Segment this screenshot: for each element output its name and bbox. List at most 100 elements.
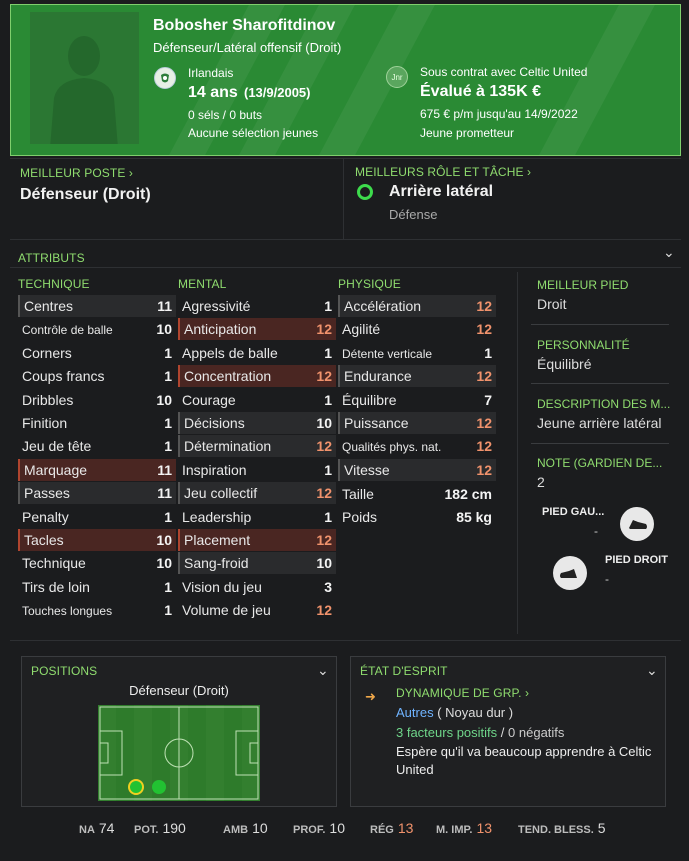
attribute-row: Endurance 12: [338, 365, 496, 388]
state-title: ÉTAT D'ESPRIT: [360, 664, 448, 678]
physique-attributes: Accélération 12 Agilité 12 Détente verticale…: [338, 295, 496, 485]
junior-badge-icon: Jnr: [386, 66, 408, 88]
positions-title: POSITIONS: [31, 664, 98, 678]
attribute-value: 3: [324, 578, 332, 595]
attribute-row: Corners 1: [18, 342, 176, 364]
chevron-down-icon[interactable]: ⌄: [646, 662, 658, 679]
attribute-row: Tacles 10: [18, 529, 176, 551]
footer-stat: RÉG 13: [370, 820, 413, 838]
attribute-name: Agressivité: [182, 298, 251, 314]
attribute-value: 1: [164, 438, 172, 455]
age: 14 ans: [188, 84, 238, 101]
footer-stat-value: 13: [476, 820, 493, 836]
state-message: Espère qu'il va beaucoup apprendre à Cel…: [396, 744, 652, 777]
attribute-value: 11: [157, 461, 172, 478]
attribute-row: Finition 1: [18, 412, 176, 434]
media-description-value: Jeune arrière latéral: [537, 415, 662, 431]
chevron-down-icon[interactable]: ⌄: [663, 244, 675, 261]
attribute-name: Jeu collectif: [184, 485, 258, 502]
caps: 0 séls / 0 buts: [188, 108, 263, 122]
best-foot-value: Droit: [537, 296, 567, 312]
attribute-value: 12: [476, 438, 492, 455]
attribute-value: 10: [156, 321, 172, 338]
attribute-row: Équilibre 7: [338, 389, 496, 411]
attribute-row: Détente verticale 1: [338, 342, 496, 364]
best-position-value: Défenseur (Droit): [20, 186, 151, 203]
attribute-value: 12: [316, 321, 332, 338]
attribute-value: 1: [324, 461, 332, 478]
gk-rating-value: 2: [537, 474, 545, 490]
attribute-row: Concentration 12: [178, 365, 336, 388]
media-description-label: DESCRIPTION DES M...: [537, 397, 671, 411]
attribute-name: Détente verticale: [342, 346, 433, 361]
attribute-value: 1: [164, 578, 172, 595]
footer-stat-value: 10: [252, 820, 268, 836]
attribute-value: 12: [316, 485, 332, 502]
attribute-name: Passes: [24, 485, 70, 502]
attribute-row: Sang-froid 10: [178, 552, 336, 575]
left-foot-label: PIED GAU...: [542, 506, 605, 518]
attribute-name: Qualités phys. nat.: [342, 440, 442, 455]
attribute-row: Agressivité 1: [178, 295, 336, 317]
position-label: Défenseur (Droit): [129, 683, 229, 698]
group-dynamics-link[interactable]: DYNAMIQUE DE GRP. ›: [396, 686, 529, 700]
attribute-value: 1: [324, 508, 332, 525]
attribute-value: 12: [476, 368, 492, 385]
attribute-value: 12: [476, 415, 492, 431]
attribute-value: 12: [476, 321, 492, 338]
attribute-name: Accélération: [344, 298, 422, 314]
attribute-row: Qualités phys. nat. 12: [338, 435, 496, 457]
best-role-link[interactable]: MEILLEURS RÔLE ET TÂCHE ›: [355, 165, 531, 179]
player-role: Défenseur/Latéral offensif (Droit): [153, 40, 342, 55]
attribute-value: 12: [476, 298, 492, 314]
attribute-value: 1: [324, 344, 332, 361]
attribute-value: 10: [156, 532, 172, 548]
best-position-link[interactable]: MEILLEUR POSTE ›: [20, 166, 133, 180]
personality-value: Équilibré: [537, 356, 592, 372]
attribute-name: Décisions: [184, 415, 245, 431]
best-foot-label: MEILLEUR PIED: [537, 278, 629, 292]
youth-caps: Aucune sélection jeunes: [188, 126, 319, 140]
attribute-name: Touches longues: [22, 604, 113, 619]
attribute-row: Coups francs 1: [18, 365, 176, 387]
attribute-row: Détermination 12: [178, 435, 336, 458]
right-foot-value: -: [605, 572, 609, 586]
attribute-name: Puissance: [344, 415, 409, 431]
attribute-row: Technique 10: [18, 552, 176, 574]
best-role-duty: Défense: [389, 207, 438, 222]
player-name: Bobosher Sharofitdinov: [153, 17, 336, 34]
personality-label: PERSONNALITÉ: [537, 338, 630, 352]
mental-header: MENTAL: [178, 277, 227, 291]
left-foot-value: -: [594, 524, 598, 538]
attribute-row: Tirs de loin 1: [18, 576, 176, 598]
attribute-value: 1: [164, 602, 172, 619]
attribute-name: Vision du jeu: [182, 578, 262, 595]
attribute-row: Inspiration 1: [178, 459, 336, 481]
attribute-name: Centres: [24, 298, 74, 314]
attribute-name: Équilibre: [342, 391, 397, 408]
attribute-value: 11: [157, 298, 172, 314]
attribute-value: 10: [156, 391, 172, 408]
attribute-name: Corners: [22, 344, 72, 361]
footer-stat-key: TEND. BLESS.: [518, 824, 594, 836]
attribute-value: 1: [164, 415, 172, 431]
player-header: Bobosher Sharofitdinov Défenseur/Latéral…: [10, 4, 681, 156]
chevron-down-icon[interactable]: ⌄: [317, 662, 329, 679]
attribute-name: Courage: [182, 391, 236, 408]
attribute-row: Vision du jeu 3: [178, 576, 336, 598]
attribute-name: Inspiration: [182, 461, 247, 478]
attribute-value: 10: [156, 555, 172, 572]
attribute-value: 1: [324, 391, 332, 408]
social-group: Autres ( Noyau dur ): [396, 705, 514, 720]
attribute-name: Tirs de loin: [22, 578, 90, 595]
physique-header: PHYSIQUE: [338, 277, 401, 291]
contract: Sous contrat avec Celtic United: [420, 65, 588, 79]
attributes-title: ATTRIBUTS: [18, 251, 85, 265]
attribute-row: Contrôle de balle 10: [18, 318, 176, 340]
attribute-value: 7: [484, 391, 492, 408]
attribute-name: Endurance: [344, 368, 412, 385]
footer-stats: NA 74 POT. 190 AMB 10 PROF. 10 RÉG 13 M. IMP. 13 TEN…: [79, 820, 679, 840]
attribute-row: Vitesse 12: [338, 458, 496, 481]
player-photo: [30, 12, 139, 144]
attribute-row: Passes 11: [18, 482, 176, 505]
